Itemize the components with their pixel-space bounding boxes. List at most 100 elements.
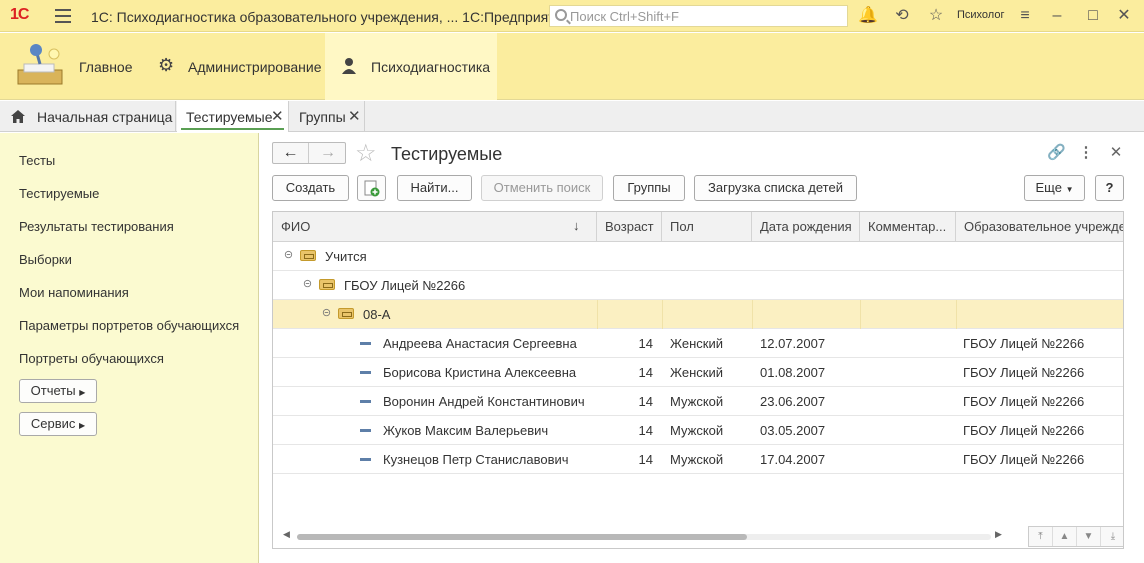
testees-table: ФИО ↓ Возраст Пол Дата рождения Коммента… [272, 211, 1124, 549]
history-icon[interactable]: ⟲ [892, 6, 912, 26]
close-tab-icon[interactable]: ✕ [348, 107, 361, 125]
column-header-birthdate[interactable]: Дата рождения [752, 212, 860, 242]
chevron-down-icon: ▼ [1065, 185, 1074, 194]
main-menu-icon[interactable] [55, 9, 71, 23]
close-icon[interactable]: ✕ [1114, 6, 1134, 26]
first-page-icon[interactable]: ⤒ [1029, 527, 1053, 546]
column-header-age[interactable]: Возраст [597, 212, 662, 242]
nav-item-results[interactable]: Результаты тестирования [19, 219, 174, 234]
collapse-icon[interactable]: ⊝ [283, 250, 294, 261]
caret-right-icon: ▶ [79, 421, 86, 430]
section-admin-label: Администрирование [188, 59, 322, 75]
maximize-icon[interactable]: □ [1083, 6, 1103, 26]
collapse-icon[interactable]: ⊝ [302, 279, 313, 290]
cell-sex: Женский [670, 336, 723, 351]
element-marker-icon [360, 429, 371, 432]
bell-icon[interactable]: 🔔 [858, 6, 878, 26]
section-main-label: Главное [79, 59, 133, 75]
forward-arrow-icon[interactable]: → [310, 143, 346, 163]
close-form-icon[interactable]: ✕ [1107, 143, 1125, 161]
cell-school: ГБОУ Лицей №2266 [963, 365, 1085, 380]
add-document-icon [364, 180, 380, 197]
help-button[interactable]: ? [1095, 175, 1124, 201]
group-name: 08-А [363, 307, 391, 322]
cell-name: Жуков Максим Валерьевич [383, 423, 549, 438]
group-row-selected[interactable]: ⊝ 08-А [273, 300, 1123, 329]
load-children-list-button[interactable]: Загрузка списка детей [694, 175, 857, 201]
caret-right-icon: ▶ [79, 388, 86, 397]
more-button[interactable]: Еще ▼ [1024, 175, 1085, 201]
tab-testees[interactable]: Тестируемые ✕ [177, 101, 289, 132]
table-row[interactable]: Андреева Анастасия Сергеевна 14 Женский … [273, 329, 1123, 358]
page-up-icon[interactable]: ▲ [1053, 527, 1077, 546]
table-row[interactable]: Воронин Андрей Константинович 14 Мужской… [273, 387, 1123, 416]
service-button[interactable]: Сервис ▶ [19, 412, 97, 436]
nav-item-testees[interactable]: Тестируемые [19, 186, 99, 201]
column-header-label: Пол [670, 219, 694, 234]
table-row[interactable]: Жуков Максим Валерьевич 14 Мужской 03.05… [273, 416, 1123, 445]
search-input[interactable] [570, 8, 840, 24]
section-psychodiagnostics[interactable]: Психодиагностика [325, 33, 497, 100]
last-page-icon[interactable]: ⤓ [1101, 527, 1123, 546]
cell-age: 14 [638, 394, 653, 409]
open-windows-tabs: Начальная страница Тестируемые ✕ Группы … [0, 101, 1144, 132]
column-header-name[interactable]: ФИО ↓ [273, 212, 597, 242]
element-marker-icon [360, 458, 371, 461]
cell-school: ГБОУ Лицей №2266 [963, 423, 1085, 438]
cancel-search-button[interactable]: Отменить поиск [481, 175, 603, 201]
nav-item-portraits[interactable]: Портреты обучающихся [19, 351, 164, 366]
scroll-right-icon[interactable]: ▶ [995, 529, 1002, 540]
nav-item-tests[interactable]: Тесты [19, 153, 55, 168]
back-arrow-icon[interactable]: ← [273, 143, 309, 163]
sort-down-icon: ↓ [573, 218, 580, 233]
column-divider [860, 300, 861, 329]
cell-age: 14 [638, 452, 653, 467]
table-row[interactable]: Борисова Кристина Алексеевна 14 Женский … [273, 358, 1123, 387]
person-icon [342, 58, 356, 74]
scroll-thumb[interactable] [297, 534, 747, 540]
group-folder-icon [319, 279, 335, 290]
column-header-school[interactable]: Образовательное учрежде [956, 212, 1123, 242]
section-navigation: Тесты Тестируемые Результаты тестировани… [0, 133, 259, 563]
column-header-comment[interactable]: Комментар... [860, 212, 956, 242]
cell-birthdate: 03.05.2007 [760, 423, 826, 438]
tab-home[interactable]: Начальная страница [0, 101, 176, 132]
link-icon[interactable]: 🔗 [1047, 143, 1066, 161]
collapse-icon[interactable]: ⊝ [321, 308, 332, 319]
page-down-icon[interactable]: ▼ [1077, 527, 1101, 546]
group-folder-icon [338, 308, 354, 319]
more-actions-icon[interactable]: ⋮ [1077, 143, 1095, 161]
section-admin[interactable]: ⚙ Администрирование [143, 33, 323, 100]
more-button-label: Еще [1035, 180, 1062, 195]
minimize-icon[interactable]: – [1047, 6, 1067, 26]
column-header-sex[interactable]: Пол [662, 212, 752, 242]
scroll-left-icon[interactable]: ◀ [283, 529, 290, 540]
find-button[interactable]: Найти... [397, 175, 472, 201]
element-marker-icon [360, 400, 371, 403]
list-pager: ⤒ ▲ ▼ ⤓ [1028, 526, 1123, 547]
groups-button[interactable]: Группы [613, 175, 685, 201]
close-tab-icon[interactable]: ✕ [271, 107, 284, 125]
reports-button[interactable]: Отчеты ▶ [19, 379, 97, 403]
nav-item-samples[interactable]: Выборки [19, 252, 72, 267]
cell-sex: Мужской [670, 394, 724, 409]
cell-sex: Женский [670, 365, 723, 380]
settings-menu-icon[interactable]: ≡ [1015, 6, 1035, 26]
column-header-label: Дата рождения [760, 219, 852, 234]
horizontal-scrollbar[interactable]: ◀ ▶ [273, 524, 1013, 548]
group-row[interactable]: ⊝ Учится [273, 242, 1123, 271]
section-main[interactable]: Главное [0, 33, 140, 100]
favorite-star-icon[interactable]: ☆ [355, 139, 377, 168]
nav-item-portrait-params[interactable]: Параметры портретов обучающихся [19, 318, 239, 333]
create-button[interactable]: Создать [272, 175, 349, 201]
nav-item-reminders[interactable]: Мои напоминания [19, 285, 129, 300]
tab-groups[interactable]: Группы ✕ [290, 101, 365, 132]
user-name[interactable]: Психолог [957, 9, 1004, 21]
column-header-label: Возраст [605, 219, 654, 234]
create-copy-button[interactable] [357, 175, 386, 201]
table-row[interactable]: Кузнецов Петр Станиславович 14 Мужской 1… [273, 445, 1123, 474]
global-search[interactable] [549, 5, 848, 27]
group-row[interactable]: ⊝ ГБОУ Лицей №2266 [273, 271, 1123, 300]
element-marker-icon [360, 371, 371, 374]
favorites-star-icon[interactable]: ☆ [926, 6, 946, 26]
